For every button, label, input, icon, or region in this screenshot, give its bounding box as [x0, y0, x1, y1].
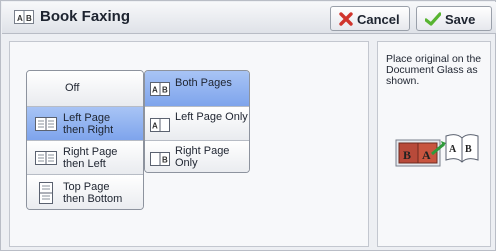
- option-label-line2: then Right: [63, 124, 114, 136]
- option-both-pages[interactable]: A B Both Pages: [145, 71, 249, 107]
- header-bar: A B Book Faxing Cancel Save: [2, 2, 496, 34]
- open-book-icon: [35, 151, 57, 165]
- svg-text:A: A: [17, 14, 23, 23]
- book-placement-illustration: B A A B: [395, 134, 479, 167]
- option-right-page-only-label: Right Page Only: [175, 145, 230, 169]
- close-icon: [339, 12, 353, 26]
- option-label-line1: Right Page: [63, 146, 118, 158]
- option-label-line2: then Bottom: [63, 193, 123, 205]
- svg-text:B: B: [162, 156, 168, 165]
- open-book-icon: [35, 117, 57, 131]
- book-faxing-icon: A B: [14, 10, 34, 24]
- option-label-line1: Top Page: [63, 181, 110, 193]
- option-left-then-right[interactable]: Left Page then Right: [27, 107, 143, 141]
- save-label: Save: [445, 12, 476, 27]
- book-faxing-screen: A B Book Faxing Cancel Save Off Left Pag…: [0, 0, 496, 251]
- svg-text:A: A: [449, 144, 457, 155]
- calendar-book-icon: [39, 182, 53, 204]
- option-right-then-left[interactable]: Right Page then Left: [27, 141, 143, 175]
- option-right-page-only[interactable]: B Right Page Only: [145, 141, 249, 172]
- option-both-pages-label: Both Pages: [175, 77, 232, 89]
- option-label-line1: Left Page: [63, 112, 111, 124]
- option-top-then-bottom[interactable]: Top Page then Bottom: [27, 175, 143, 209]
- svg-text:A: A: [152, 122, 158, 131]
- cancel-label: Cancel: [357, 12, 400, 27]
- option-left-page-only[interactable]: A Left Page Only: [145, 107, 249, 141]
- left-page-icon: A: [150, 118, 170, 132]
- option-label-line2: then Left: [63, 158, 106, 170]
- page-title: Book Faxing: [40, 8, 131, 25]
- right-page-icon: B: [150, 152, 170, 166]
- both-pages-icon: A B: [150, 82, 170, 96]
- svg-text:A: A: [422, 148, 431, 162]
- info-panel: Place original on the Document Glass as …: [377, 41, 491, 247]
- svg-text:B: B: [162, 86, 168, 95]
- save-button[interactable]: Save: [416, 6, 492, 31]
- option-left-page-only-label: Left Page Only: [175, 111, 248, 123]
- instruction-text: Place original on the Document Glass as …: [386, 53, 482, 87]
- option-off-label: Off: [65, 82, 80, 94]
- svg-text:A: A: [152, 86, 158, 95]
- cancel-button[interactable]: Cancel: [330, 6, 410, 31]
- options-panel: Off Left Page then Right Right Page then…: [9, 41, 369, 247]
- svg-text:B: B: [26, 14, 32, 23]
- svg-text:B: B: [403, 148, 411, 162]
- option-off[interactable]: Off: [27, 71, 143, 107]
- page-order-group: Off Left Page then Right Right Page then…: [26, 70, 144, 210]
- svg-text:B: B: [465, 144, 472, 155]
- checkmark-icon: [425, 12, 441, 26]
- page-select-group: A B Both Pages A Left Page Only B Right …: [144, 70, 250, 173]
